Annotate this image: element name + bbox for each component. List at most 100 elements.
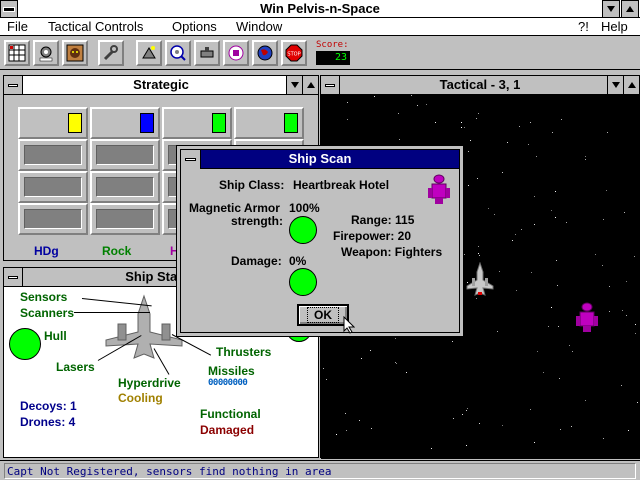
- star: [551, 210, 552, 211]
- damaged-legend: Damaged: [200, 423, 255, 437]
- minimize-button[interactable]: [602, 0, 620, 18]
- star: [464, 254, 465, 255]
- star: [626, 281, 627, 282]
- star: [530, 409, 531, 410]
- scan-icon: [170, 45, 186, 61]
- enemy-heartbreak-hotel-icon[interactable]: [576, 302, 598, 334]
- star: [530, 122, 531, 123]
- star: [466, 445, 467, 446]
- star: [467, 408, 468, 409]
- star: [374, 96, 375, 97]
- ship-button[interactable]: [136, 40, 162, 66]
- ok-button[interactable]: OK: [297, 304, 349, 326]
- star: [347, 119, 348, 120]
- star: [497, 331, 498, 332]
- strategic-sector-4-2[interactable]: [90, 203, 160, 235]
- maximize-icon: [627, 82, 636, 88]
- strategic-maximize-button[interactable]: [302, 76, 318, 94]
- star: [488, 208, 489, 209]
- star: [512, 240, 513, 241]
- star: [557, 285, 558, 286]
- tactical-system-menu[interactable]: [321, 76, 340, 94]
- globe-button[interactable]: [252, 40, 278, 66]
- app-titlebar: Win Pelvis-n-Space: [0, 0, 640, 18]
- star: [336, 434, 337, 435]
- damage-value: 0%: [289, 254, 307, 268]
- star: [635, 324, 636, 325]
- sector-slot: [96, 177, 154, 197]
- star: [609, 286, 610, 287]
- strategic-sector-3-1[interactable]: [18, 171, 88, 203]
- star: [555, 217, 556, 218]
- strategic-sector-4-1[interactable]: [18, 203, 88, 235]
- strategic-sector-1-2[interactable]: [90, 107, 160, 139]
- scanners-label: Scanners: [20, 306, 75, 320]
- maximize-button[interactable]: [621, 0, 639, 18]
- tactical-maximize-button[interactable]: [623, 76, 639, 94]
- strategic-sector-2-2[interactable]: [90, 139, 160, 171]
- fighter-icon: [228, 45, 244, 61]
- star: [453, 418, 454, 419]
- wrench-button[interactable]: [98, 40, 124, 66]
- weapon-button[interactable]: [194, 40, 220, 66]
- strategic-sector-1-3[interactable]: [162, 107, 232, 139]
- star: [478, 113, 479, 114]
- mine-button[interactable]: [33, 40, 59, 66]
- scan-button[interactable]: [165, 40, 191, 66]
- menu-help[interactable]: Help: [601, 19, 628, 34]
- ship-status-system-menu[interactable]: [4, 268, 23, 286]
- maximize-icon: [306, 82, 315, 88]
- star: [606, 190, 607, 191]
- star: [560, 429, 561, 430]
- menu-tactical-controls[interactable]: Tactical Controls: [48, 19, 143, 34]
- star: [476, 118, 477, 119]
- fighter-button[interactable]: [223, 40, 249, 66]
- menu-window[interactable]: Window: [236, 19, 282, 34]
- player-ship-icon[interactable]: [466, 262, 494, 296]
- star: [470, 140, 471, 141]
- star: [417, 105, 418, 106]
- armor-value: 100%: [289, 201, 320, 215]
- sector-marker: [212, 113, 226, 133]
- menu-file[interactable]: File: [7, 19, 28, 34]
- star: [534, 442, 535, 443]
- svg-text:STOP: STOP: [287, 52, 300, 58]
- stop-button[interactable]: STOP: [281, 40, 307, 66]
- strategic-sector-1-1[interactable]: [18, 107, 88, 139]
- star: [479, 255, 480, 256]
- star: [637, 402, 638, 403]
- menu-help-question[interactable]: ?!: [578, 19, 589, 34]
- strategic-sector-1-4[interactable]: [234, 107, 304, 139]
- sensors-label: Sensors: [20, 290, 68, 304]
- star: [531, 272, 532, 273]
- star: [551, 307, 552, 308]
- strategic-system-menu[interactable]: [4, 76, 23, 94]
- star: [585, 159, 586, 160]
- menubar: File Tactical Controls Options Window ?!…: [0, 18, 640, 36]
- star: [371, 428, 372, 429]
- grid-button[interactable]: [4, 40, 30, 66]
- armor-indicator: [289, 216, 317, 244]
- tactical-minimize-button[interactable]: [607, 76, 623, 94]
- star: [502, 172, 503, 173]
- strategic-sector-3-2[interactable]: [90, 171, 160, 203]
- star: [537, 351, 538, 352]
- menu-options[interactable]: Options: [172, 19, 217, 34]
- ok-label: OK: [307, 307, 339, 323]
- strategic-titlebar: Strategic: [4, 76, 318, 95]
- star: [323, 368, 324, 369]
- strategic-sector-2-1[interactable]: [18, 139, 88, 171]
- strategic-minimize-button[interactable]: [286, 76, 302, 94]
- ship-class-value: Heartbreak Hotel: [293, 178, 390, 192]
- star: [395, 338, 396, 339]
- system-menu-icon: [185, 158, 196, 161]
- legend-hdg: HDg: [34, 244, 59, 258]
- weapon-text: Weapon: Fighters: [341, 245, 443, 259]
- tactical-titlebar: Tactical - 3, 1: [321, 76, 639, 95]
- dialog-system-menu[interactable]: [181, 150, 201, 169]
- app-title: Win Pelvis-n-Space: [260, 1, 380, 16]
- armor-label-line1: Magnetic Armor: [189, 201, 280, 215]
- star: [571, 426, 572, 427]
- scanned-ship-icon: [428, 174, 450, 204]
- cat-button[interactable]: [62, 40, 88, 66]
